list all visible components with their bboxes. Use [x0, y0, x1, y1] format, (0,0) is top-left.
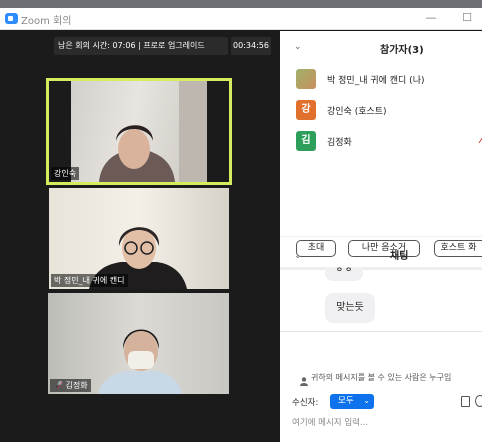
participant-row[interactable]: 김 김정화 ⁄	[296, 131, 482, 153]
participant-name: 박 정민_내 귀에 캔디 (나)	[327, 76, 425, 86]
participant-name-label: 강인숙	[51, 167, 80, 180]
recipient-select[interactable]: 모두 ⌄	[330, 394, 374, 409]
participant-initial-avatar: 강	[296, 100, 316, 120]
person-silhouette	[99, 81, 207, 182]
panel-splitter[interactable]	[280, 267, 482, 270]
minimize-button[interactable]: —	[424, 11, 438, 24]
participant-row[interactable]: 강 강인숙 (호스트)	[296, 100, 482, 122]
video-tile[interactable]: 박 정민_내 귀에 캔디	[49, 188, 229, 289]
participants-panel-title: 참가자(3)	[380, 45, 424, 56]
participant-name: 강인숙 (호스트)	[327, 107, 387, 117]
mute-me-button[interactable]: 나만 음소거	[348, 240, 420, 257]
host-tools-button[interactable]: 호스트 화	[434, 240, 482, 257]
divider	[280, 236, 482, 237]
elapsed-time: 00:34:56	[231, 37, 271, 55]
participant-name: 김정화	[65, 381, 88, 390]
divider	[280, 331, 482, 332]
chat-panel-title: 채팅	[390, 251, 409, 262]
time-remaining-banner[interactable]: 남은 회의 시간: 07:06 | 프로로 업그레이드	[54, 37, 228, 55]
video-tile-active-speaker[interactable]: 강인숙	[46, 78, 232, 185]
file-icon[interactable]	[461, 396, 470, 407]
desktop-background	[0, 0, 482, 8]
zoom-logo-icon	[5, 13, 18, 24]
recipient-label: 수신자:	[292, 398, 319, 408]
video-feed	[71, 81, 207, 182]
person-icon	[300, 371, 308, 386]
participant-name-label: 🎤̸ 김정화	[50, 379, 91, 392]
participant-row[interactable]: 박 정민_내 귀에 캔디 (나)	[296, 69, 482, 91]
chat-visibility-notice[interactable]: 귀하의 메시지를 볼 수 있는 사람은 누구입	[311, 372, 451, 383]
video-tile[interactable]: 🎤̸ 김정화	[48, 293, 229, 394]
window-title: Zoom 회의	[21, 16, 72, 27]
chat-message-input[interactable]: 여기에 메시지 입력...	[292, 416, 368, 428]
recipient-value: 모두	[338, 396, 354, 406]
invite-button[interactable]: 초대	[296, 240, 336, 257]
participant-photo-avatar	[296, 69, 316, 89]
participant-initial-avatar: 김	[296, 131, 316, 151]
participant-name: 김정화	[327, 138, 352, 148]
participant-name-label: 박 정민_내 귀에 캔디	[51, 274, 128, 287]
collapse-participants-chevron-icon[interactable]: ⌄	[294, 42, 302, 52]
chat-message: 맞는듯	[325, 293, 375, 323]
mic-muted-icon: 🎤̸	[53, 381, 63, 390]
window-titlebar: Zoom 회의 — ☐	[0, 8, 482, 30]
side-panel: ⌄ 참가자(3) 박 정민_내 귀에 캔디 (나) 강 강인숙 (호스트) 김 …	[280, 31, 482, 442]
more-icon[interactable]	[475, 395, 482, 407]
chat-message: ㅎㅎ	[325, 267, 363, 281]
chevron-down-icon: ⌄	[363, 396, 370, 405]
collapse-chat-chevron-icon[interactable]: ⌄	[294, 251, 302, 261]
maximize-button[interactable]: ☐	[460, 11, 474, 24]
